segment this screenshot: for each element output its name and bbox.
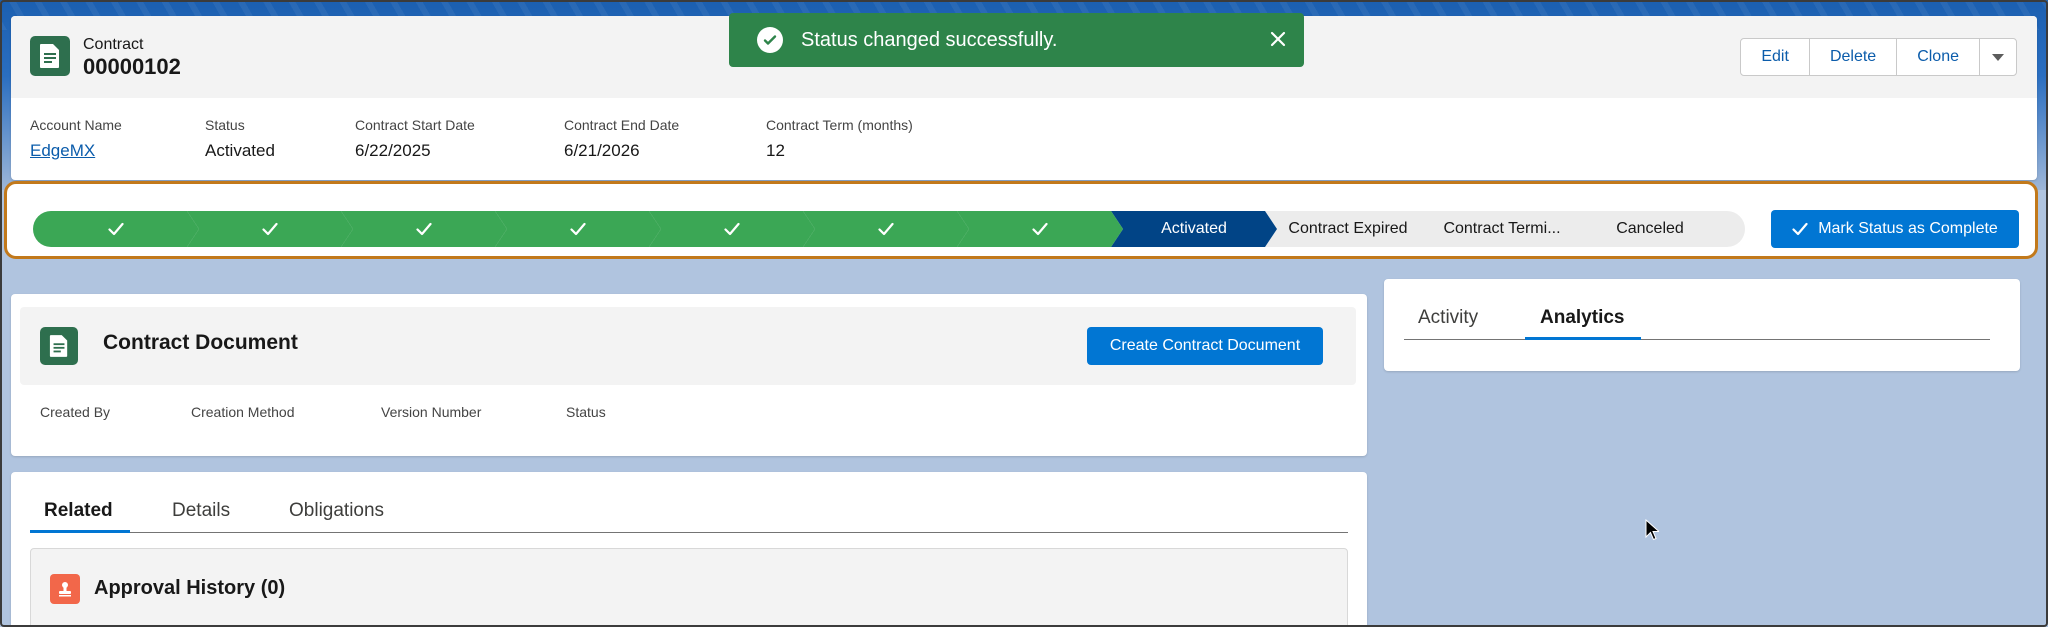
column-status: Status: [566, 404, 606, 420]
check-icon: [1032, 222, 1048, 236]
check-icon: [878, 222, 894, 236]
path-stage-10[interactable]: Contract Termi...: [1419, 211, 1585, 247]
check-icon: [1792, 222, 1808, 236]
check-icon: [724, 222, 740, 236]
field-value: 6/22/2025: [355, 141, 431, 160]
check-icon: [570, 222, 586, 236]
path-stage-11[interactable]: Canceled: [1573, 211, 1727, 247]
field-contract-term: Contract Term (months) 12: [766, 117, 913, 161]
path-stage-label: Contract Expired: [1288, 220, 1408, 237]
object-type-label: Contract: [83, 36, 144, 53]
mark-status-complete-button[interactable]: Mark Status as Complete: [1771, 210, 2019, 248]
path-stage-3[interactable]: [341, 211, 507, 247]
tab-related[interactable]: Related: [44, 500, 113, 522]
column-created-by: Created By: [40, 404, 111, 420]
related-tabs-card: Related Details Obligations Approval His…: [11, 472, 1367, 627]
toast-message: Status changed successfully.: [801, 28, 1058, 51]
tab-analytics[interactable]: Analytics: [1540, 307, 1624, 329]
path-stage-label: Contract Termi...: [1443, 220, 1561, 237]
field-label: Contract Start Date: [355, 117, 475, 133]
record-title: 00000102: [83, 54, 181, 79]
column-version-number: Version Number: [381, 404, 482, 420]
tabs-divider: [30, 532, 1348, 533]
check-icon: [416, 222, 432, 236]
field-value: Activated: [205, 141, 275, 160]
path-stage-6[interactable]: [803, 211, 969, 247]
field-label: Status: [205, 117, 245, 133]
field-value: 6/21/2026: [564, 141, 640, 160]
check-circle-icon: [757, 27, 783, 53]
path-stage-8[interactable]: Activated: [1111, 211, 1277, 247]
tabs-divider: [1404, 339, 1990, 340]
tab-details[interactable]: Details: [172, 500, 230, 522]
success-toast: Status changed successfully.: [729, 13, 1304, 67]
approval-icon: [50, 574, 80, 604]
create-contract-document-button[interactable]: Create Contract Document: [1087, 327, 1323, 365]
mouse-cursor-icon: [1645, 519, 1659, 541]
mark-status-label: Mark Status as Complete: [1818, 220, 1998, 237]
field-start-date: Contract Start Date 6/22/2025: [355, 117, 475, 161]
contract-document-title: Contract Document: [103, 331, 298, 354]
more-actions-button[interactable]: [1980, 39, 2016, 75]
approval-history-title[interactable]: Approval History (0): [94, 577, 285, 600]
active-tab-indicator: [1525, 337, 1641, 340]
approval-history-section: Approval History (0): [30, 548, 1348, 627]
contract-icon: [30, 36, 70, 76]
path-stage-5[interactable]: [649, 211, 815, 247]
field-label: Account Name: [30, 117, 122, 133]
delete-button[interactable]: Delete: [1809, 39, 1898, 75]
field-value: 12: [766, 141, 785, 160]
account-name-link[interactable]: EdgeMX: [30, 141, 122, 161]
activity-card: Activity Analytics: [1384, 279, 2020, 371]
chevron-down-icon: [1992, 53, 2004, 61]
record-actions: Edit Delete Clone: [1740, 38, 2017, 76]
column-creation-method: Creation Method: [191, 404, 295, 420]
field-label: Contract Term (months): [766, 117, 913, 133]
path-stage-4[interactable]: [495, 211, 661, 247]
clone-button[interactable]: Clone: [1897, 39, 1980, 75]
status-path: Activated Contract Expired Contract Termi.…: [4, 181, 2038, 259]
edit-button[interactable]: Edit: [1741, 39, 1810, 75]
tab-activity[interactable]: Activity: [1418, 307, 1478, 329]
field-end-date: Contract End Date 6/21/2026: [564, 117, 679, 161]
contract-document-card: Contract Document Create Contract Docume…: [11, 294, 1367, 456]
close-icon[interactable]: [1266, 27, 1290, 51]
check-icon: [108, 222, 124, 236]
path-stage-7[interactable]: [957, 211, 1123, 247]
path-stage-2[interactable]: [187, 211, 353, 247]
active-tab-indicator: [30, 530, 130, 533]
path-stage-label: Activated: [1161, 220, 1227, 237]
path-stage-9[interactable]: Contract Expired: [1265, 211, 1431, 247]
document-icon: [40, 327, 78, 365]
tab-obligations[interactable]: Obligations: [289, 500, 384, 522]
check-icon: [262, 222, 278, 236]
field-label: Contract End Date: [564, 117, 680, 133]
field-account-name: Account Name EdgeMX: [30, 117, 122, 161]
contract-document-header: Contract Document Create Contract Docume…: [20, 307, 1356, 385]
path-stage-label: Canceled: [1616, 220, 1684, 237]
field-status: Status Activated: [205, 117, 275, 161]
path-stage-1[interactable]: [33, 211, 199, 247]
